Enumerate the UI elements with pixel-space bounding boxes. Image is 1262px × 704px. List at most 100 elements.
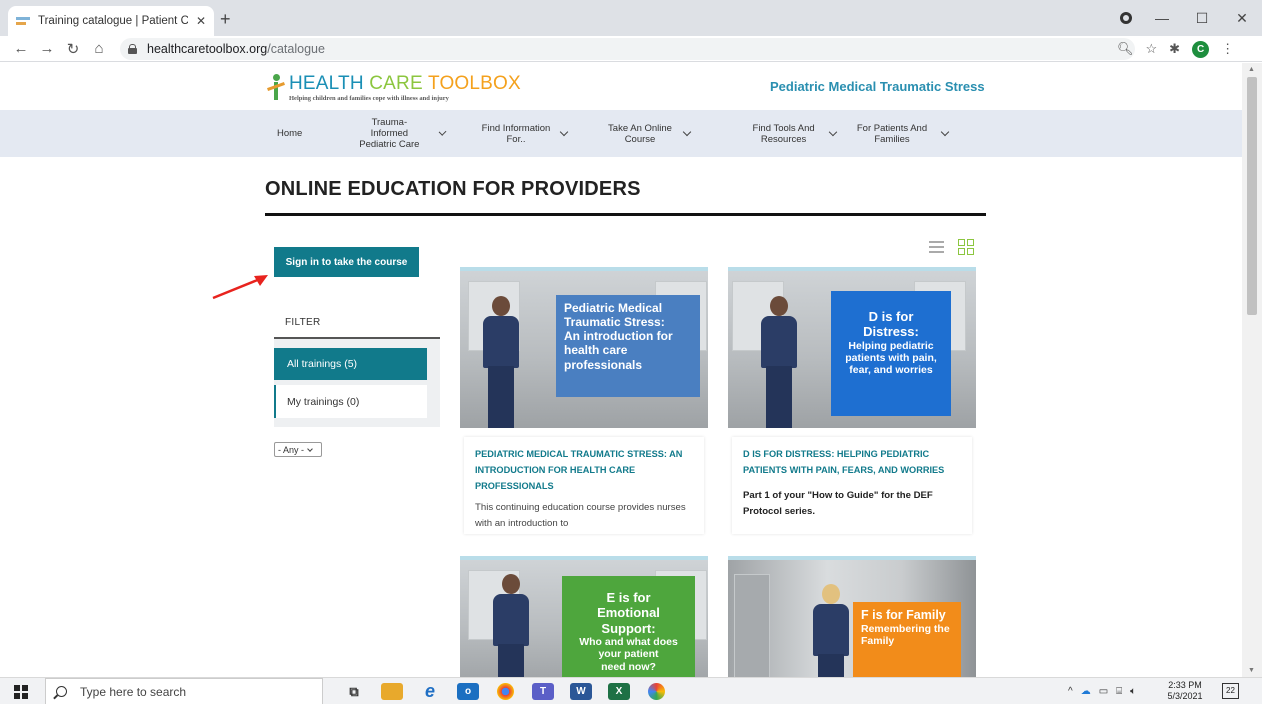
thumbnail-caption: D is for Distress: Helping pediatric pat… xyxy=(831,291,951,416)
file-explorer-icon[interactable] xyxy=(381,683,403,700)
browser-tool-icons: 🔍︎ ☆ ✱ C ⋮ xyxy=(1117,36,1234,62)
grid-view-icon[interactable] xyxy=(958,239,974,255)
course-card[interactable]: D is for Distress: Helping pediatric pat… xyxy=(728,267,976,535)
site-favicon-icon xyxy=(16,15,30,27)
clock-time: 2:33 PM xyxy=(1168,680,1202,690)
battery-icon[interactable]: ▭ xyxy=(1099,686,1108,697)
signin-button[interactable]: Sign in to take the course xyxy=(274,247,419,277)
course-thumbnail[interactable]: E is for Emotional Support: Who and what… xyxy=(460,556,708,677)
logo-tagline: Helping children and families cope with … xyxy=(289,95,449,102)
browser-toolbar: ← → ↻ ⌂ healthcaretoolbox.org/catalogue … xyxy=(0,36,1262,62)
annotation-arrow-icon xyxy=(212,275,268,300)
any-select-value: - Any - xyxy=(278,444,305,455)
menu-patients-families[interactable]: For Patients And Families xyxy=(836,123,976,145)
close-tab-icon[interactable]: ✕ xyxy=(196,14,206,28)
site-tagline-link[interactable]: Pediatric Medical Traumatic Stress xyxy=(770,79,985,94)
site-logo[interactable]: HEALTH CARE TOOLBOX Helping children and… xyxy=(265,74,521,104)
taskbar-clock[interactable]: 2:33 PM 5/3/2021 xyxy=(1163,680,1207,702)
course-title-link[interactable]: PEDIATRIC MEDICAL TRAUMATIC STRESS: AN I… xyxy=(475,446,693,494)
lock-icon[interactable] xyxy=(128,44,137,54)
show-hidden-icons-icon[interactable]: ^ xyxy=(1068,686,1073,697)
thumbnail-caption: Pediatric Medical Traumatic Stress: An i… xyxy=(556,295,700,397)
course-thumbnail[interactable]: D is for Distress: Helping pediatric pat… xyxy=(728,267,976,428)
filter-all-trainings[interactable]: All trainings (5) xyxy=(274,348,427,380)
thumbnail-caption: E is for Emotional Support: Who and what… xyxy=(562,576,695,677)
course-card-body: D IS FOR DISTRESS: HELPING PEDIATRIC PAT… xyxy=(732,437,972,534)
bookmark-star-icon[interactable]: ☆ xyxy=(1146,41,1158,57)
extensions-puzzle-icon[interactable]: ✱ xyxy=(1169,41,1180,57)
menu-trauma-informed[interactable]: Trauma-Informed Pediatric Care xyxy=(315,117,447,150)
taskbar-search-placeholder: Type here to search xyxy=(80,684,187,699)
course-card[interactable]: F is for Family Remembering the Family xyxy=(728,556,976,677)
scroll-thumb[interactable] xyxy=(1247,77,1257,315)
profile-avatar[interactable]: C xyxy=(1192,40,1210,58)
browser-menu-icon[interactable]: ⋮ xyxy=(1221,41,1234,57)
clock-date: 5/3/2021 xyxy=(1167,691,1203,701)
course-description: This continuing education course provide… xyxy=(475,502,686,529)
word-icon[interactable]: W xyxy=(570,683,592,700)
windows-taskbar: Type here to search ⧉ e o T W X ^ ☁ ▭ ⌸ … xyxy=(0,677,1262,704)
page-scrollbar[interactable]: ▲ ▼ xyxy=(1242,63,1262,677)
home-icon[interactable]: ⌂ xyxy=(86,40,112,57)
window-controls: — ☐ ✕ xyxy=(1142,0,1262,36)
excel-icon[interactable]: X xyxy=(608,683,630,700)
chevron-down-icon xyxy=(559,127,569,136)
zoom-icon[interactable]: 🔍︎ xyxy=(1117,41,1134,57)
url-path: /catalogue xyxy=(267,42,325,56)
notification-center-icon[interactable]: 22 xyxy=(1222,683,1239,699)
maximize-button[interactable]: ☐ xyxy=(1182,0,1222,36)
tab-title: Training catalogue | Patient Centr xyxy=(38,15,188,27)
chrome-icon[interactable] xyxy=(497,683,514,700)
chevron-down-icon xyxy=(307,445,313,452)
title-divider xyxy=(265,213,986,216)
main-menu: Home Trauma-Informed Pediatric Care Find… xyxy=(265,110,986,157)
new-tab-button[interactable]: + xyxy=(220,9,231,30)
close-window-button[interactable]: ✕ xyxy=(1222,0,1262,36)
task-view-icon[interactable]: ⧉ xyxy=(343,683,365,700)
filter-label: FILTER xyxy=(285,317,321,328)
course-title-link[interactable]: D IS FOR DISTRESS: HELPING PEDIATRIC PAT… xyxy=(743,446,961,478)
nurse-figure-icon xyxy=(756,296,802,428)
system-tray: ^ ☁ ▭ ⌸ 🔈︎ xyxy=(1068,678,1136,704)
course-card[interactable]: Pediatric Medical Traumatic Stress: An i… xyxy=(460,267,708,535)
address-bar[interactable]: healthcaretoolbox.org/catalogue xyxy=(120,38,1135,60)
volume-icon[interactable]: 🔈︎ xyxy=(1130,686,1136,697)
taskbar-apps: ⧉ e o T W X xyxy=(335,678,675,704)
menu-tools-resources[interactable]: Find Tools And Resources xyxy=(704,123,838,145)
filter-my-trainings[interactable]: My trainings (0) xyxy=(274,385,427,418)
teams-icon[interactable]: T xyxy=(532,683,554,700)
taskbar-search[interactable]: Type here to search xyxy=(45,678,323,704)
list-view-icon[interactable] xyxy=(929,241,944,253)
course-thumbnail[interactable]: F is for Family Remembering the Family xyxy=(728,556,976,677)
scroll-down-icon[interactable]: ▼ xyxy=(1248,667,1255,674)
back-arrow-icon[interactable]: ← xyxy=(8,40,34,57)
nurse-figure-icon xyxy=(478,296,524,428)
browser-titlebar: Training catalogue | Patient Centr ✕ + —… xyxy=(0,0,1262,36)
edge-legacy-icon[interactable]: e xyxy=(419,682,441,700)
chevron-down-icon xyxy=(682,127,692,136)
reload-icon[interactable]: ↻ xyxy=(60,40,86,58)
menu-home[interactable]: Home xyxy=(265,128,315,139)
windows-start-icon[interactable] xyxy=(14,685,28,699)
browser-tab[interactable]: Training catalogue | Patient Centr ✕ xyxy=(8,6,214,36)
course-card-body: PEDIATRIC MEDICAL TRAUMATIC STRESS: AN I… xyxy=(464,437,704,534)
onedrive-icon[interactable]: ☁ xyxy=(1081,686,1091,697)
menu-find-information[interactable]: Find Information For.. xyxy=(445,123,576,145)
network-icon[interactable]: ⌸ xyxy=(1116,686,1122,697)
any-select[interactable]: - Any - xyxy=(274,442,322,457)
pinned-app-icon[interactable] xyxy=(648,683,665,700)
course-description: Part 1 of your "How to Guide" for the DE… xyxy=(743,490,933,517)
logo-figure-icon xyxy=(265,74,287,102)
minimize-button[interactable]: — xyxy=(1142,0,1182,36)
forward-arrow-icon[interactable]: → xyxy=(34,40,60,57)
course-card[interactable]: E is for Emotional Support: Who and what… xyxy=(460,556,708,677)
menu-online-course[interactable]: Take An Online Course xyxy=(576,123,704,145)
url-host: healthcaretoolbox.org xyxy=(147,42,268,56)
logo-wordmark: HEALTH CARE TOOLBOX xyxy=(289,73,521,94)
course-thumbnail[interactable]: Pediatric Medical Traumatic Stress: An i… xyxy=(460,267,708,428)
search-icon xyxy=(56,686,67,697)
incognito-indicator-icon[interactable] xyxy=(1120,12,1132,24)
scroll-up-icon[interactable]: ▲ xyxy=(1248,66,1255,73)
nurse-figure-icon xyxy=(488,574,534,677)
outlook-icon[interactable]: o xyxy=(457,683,479,700)
